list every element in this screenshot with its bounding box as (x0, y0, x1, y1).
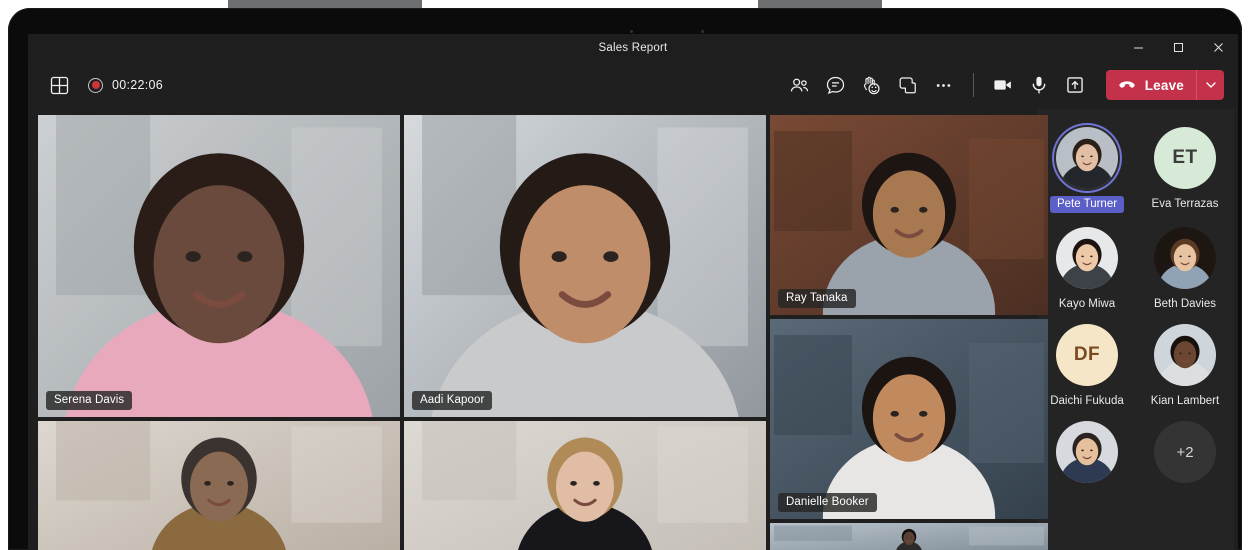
roster-participant[interactable]: Kayo Miwa (1041, 227, 1133, 310)
leave-button[interactable]: Leave (1105, 70, 1224, 100)
video-stage: Serena Davis Aadi Kapoor Ray Tanaka Dani… (28, 109, 1238, 550)
video-grid: Serena Davis Aadi Kapoor Ray Tanaka Dani… (28, 109, 1048, 550)
avatar (1154, 227, 1216, 289)
reactions-icon[interactable] (857, 70, 887, 100)
roster-participant[interactable]: Beth Davies (1139, 227, 1231, 310)
participant-name-label: Ray Tanaka (778, 289, 856, 308)
participant-video (38, 115, 400, 417)
more-ellipsis-icon[interactable] (929, 70, 959, 100)
roster-row: Pete Turner ET Eva Terrazas (1038, 127, 1234, 213)
roster-participant[interactable] (1041, 421, 1133, 483)
roster-overflow[interactable]: +2 (1139, 421, 1231, 483)
avatar-initials: ET (1154, 127, 1216, 189)
overflow-count[interactable]: +2 (1154, 421, 1216, 483)
participant-video (404, 115, 766, 417)
participant-video (38, 421, 400, 550)
grid-view-icon[interactable] (44, 70, 74, 100)
roster-participant-name: Pete Turner (1049, 196, 1125, 213)
close-button[interactable] (1198, 34, 1238, 61)
participant-roster: Pete Turner ET Eva Terrazas Kayo Miwa Beth (1038, 109, 1234, 550)
recording-indicator: 00:22:06 (88, 77, 164, 93)
roster-row: DF Daichi Fukuda Kian Lambert (1038, 324, 1234, 407)
roster-participant[interactable]: DF Daichi Fukuda (1041, 324, 1133, 407)
participant-video (770, 115, 1048, 315)
hangup-icon (1117, 75, 1137, 95)
toolbar-divider (972, 73, 974, 97)
roster-participant-name: Kian Lambert (1150, 395, 1220, 407)
video-tile[interactable] (38, 421, 400, 550)
video-column: Serena Davis (38, 115, 400, 550)
maximize-button[interactable] (1158, 34, 1198, 61)
participant-video (770, 319, 1048, 519)
roster-participant[interactable]: Pete Turner (1041, 127, 1133, 213)
roster-participant[interactable]: Kian Lambert (1139, 324, 1231, 407)
window-controls (1118, 34, 1238, 61)
window-title: Sales Report (598, 41, 668, 54)
video-tile[interactable] (770, 523, 1048, 550)
title-bar: Sales Report (28, 34, 1238, 61)
participant-video (770, 523, 1048, 550)
screen-bezel: Sales Report 00:22:06 Leave Serena Davis… (8, 8, 1242, 550)
chevron-down-icon[interactable] (1196, 70, 1224, 100)
participant-name-label: Aadi Kapoor (412, 391, 493, 410)
participant-name-label: Serena Davis (46, 391, 133, 410)
chat-icon[interactable] (821, 70, 851, 100)
meeting-window: Sales Report 00:22:06 Leave Serena Davis… (28, 34, 1238, 550)
participant-video (404, 421, 766, 550)
video-tile[interactable]: Ray Tanaka (770, 115, 1048, 315)
avatar-initials: DF (1056, 324, 1118, 386)
meeting-toolbar: 00:22:06 Leave (28, 61, 1238, 109)
avatar (1056, 127, 1118, 189)
avatar (1056, 421, 1118, 483)
microphone-icon[interactable] (1024, 70, 1054, 100)
roster-participant[interactable]: ET Eva Terrazas (1139, 127, 1231, 213)
roster-row: Kayo Miwa Beth Davies (1038, 227, 1234, 310)
share-screen-icon[interactable] (1060, 70, 1090, 100)
roster-participant-name: Beth Davies (1153, 298, 1216, 310)
record-dot-icon (88, 77, 103, 93)
laptop-device: Sales Report 00:22:06 Leave Serena Davis… (0, 0, 1250, 550)
webcam-lens-icon (701, 30, 704, 33)
video-tile[interactable]: Aadi Kapoor (404, 115, 766, 417)
webcam-indicator-icon (630, 30, 633, 33)
recording-timer: 00:22:06 (112, 78, 164, 92)
participant-name-label: Danielle Booker (778, 493, 877, 512)
breakout-rooms-icon[interactable] (893, 70, 923, 100)
avatar (1056, 227, 1118, 289)
avatar (1154, 324, 1216, 386)
roster-participant-name: Kayo Miwa (1058, 298, 1116, 310)
leave-button-label: Leave (1144, 77, 1184, 93)
video-column: Aadi Kapoor (404, 115, 766, 550)
roster-participant-name: Eva Terrazas (1151, 198, 1219, 210)
video-tile[interactable]: Danielle Booker (770, 319, 1048, 519)
video-tile[interactable]: Serena Davis (38, 115, 400, 417)
roster-row: +2 (1038, 421, 1234, 483)
video-tile[interactable] (404, 421, 766, 550)
roster-participant-name: Daichi Fukuda (1050, 395, 1124, 407)
people-icon[interactable] (785, 70, 815, 100)
minimize-button[interactable] (1118, 34, 1158, 61)
video-column: Ray Tanaka Danielle Booker (770, 115, 1048, 550)
leave-button-body[interactable]: Leave (1106, 70, 1196, 100)
camera-icon[interactable] (988, 70, 1018, 100)
